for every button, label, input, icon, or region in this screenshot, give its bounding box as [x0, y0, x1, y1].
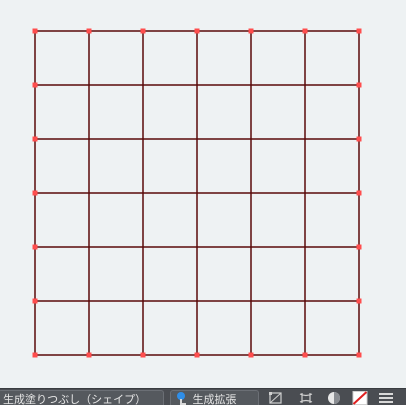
anchor-point[interactable] — [32, 244, 38, 250]
menu-icon[interactable] — [378, 391, 394, 405]
anchor-point[interactable] — [194, 28, 200, 34]
anchor-point[interactable] — [32, 136, 38, 142]
anchor-point[interactable] — [356, 298, 362, 304]
anchor-point[interactable] — [32, 298, 38, 304]
anchor-point[interactable] — [356, 82, 362, 88]
transform-icon[interactable] — [268, 391, 284, 405]
anchor-point[interactable] — [356, 28, 362, 34]
warp-icon[interactable] — [298, 391, 314, 405]
anchor-point[interactable] — [248, 352, 254, 358]
canvas-area[interactable] — [0, 0, 406, 388]
swatch-icon[interactable] — [352, 391, 368, 405]
contextual-task-bar: 生成塗りつぶし（シェイプ） 生成拡張 — [0, 388, 406, 405]
anchor-point[interactable] — [356, 190, 362, 196]
generative-expand-button[interactable]: 生成拡張 — [170, 390, 259, 405]
anchor-point[interactable] — [356, 244, 362, 250]
anchor-point[interactable] — [32, 28, 38, 34]
anchor-point[interactable] — [86, 28, 92, 34]
anchor-point[interactable] — [302, 352, 308, 358]
grid-shape[interactable] — [0, 0, 406, 388]
anchor-point[interactable] — [194, 352, 200, 358]
anchor-point[interactable] — [248, 28, 254, 34]
anchor-point[interactable] — [86, 352, 92, 358]
generative-expand-label: 生成拡張 — [192, 393, 237, 405]
expand-icon — [175, 392, 189, 405]
generative-fill-shape-button[interactable]: 生成塗りつぶし（シェイプ） — [0, 390, 164, 405]
anchor-point[interactable] — [32, 82, 38, 88]
anchor-point[interactable] — [140, 352, 146, 358]
anchor-point[interactable] — [356, 136, 362, 142]
anchor-point[interactable] — [140, 28, 146, 34]
generative-fill-shape-label: 生成塗りつぶし（シェイプ） — [3, 393, 147, 405]
anchor-point[interactable] — [302, 28, 308, 34]
circle-icon[interactable] — [326, 391, 342, 405]
anchor-point[interactable] — [32, 352, 38, 358]
anchor-point[interactable] — [32, 190, 38, 196]
anchor-point[interactable] — [356, 352, 362, 358]
